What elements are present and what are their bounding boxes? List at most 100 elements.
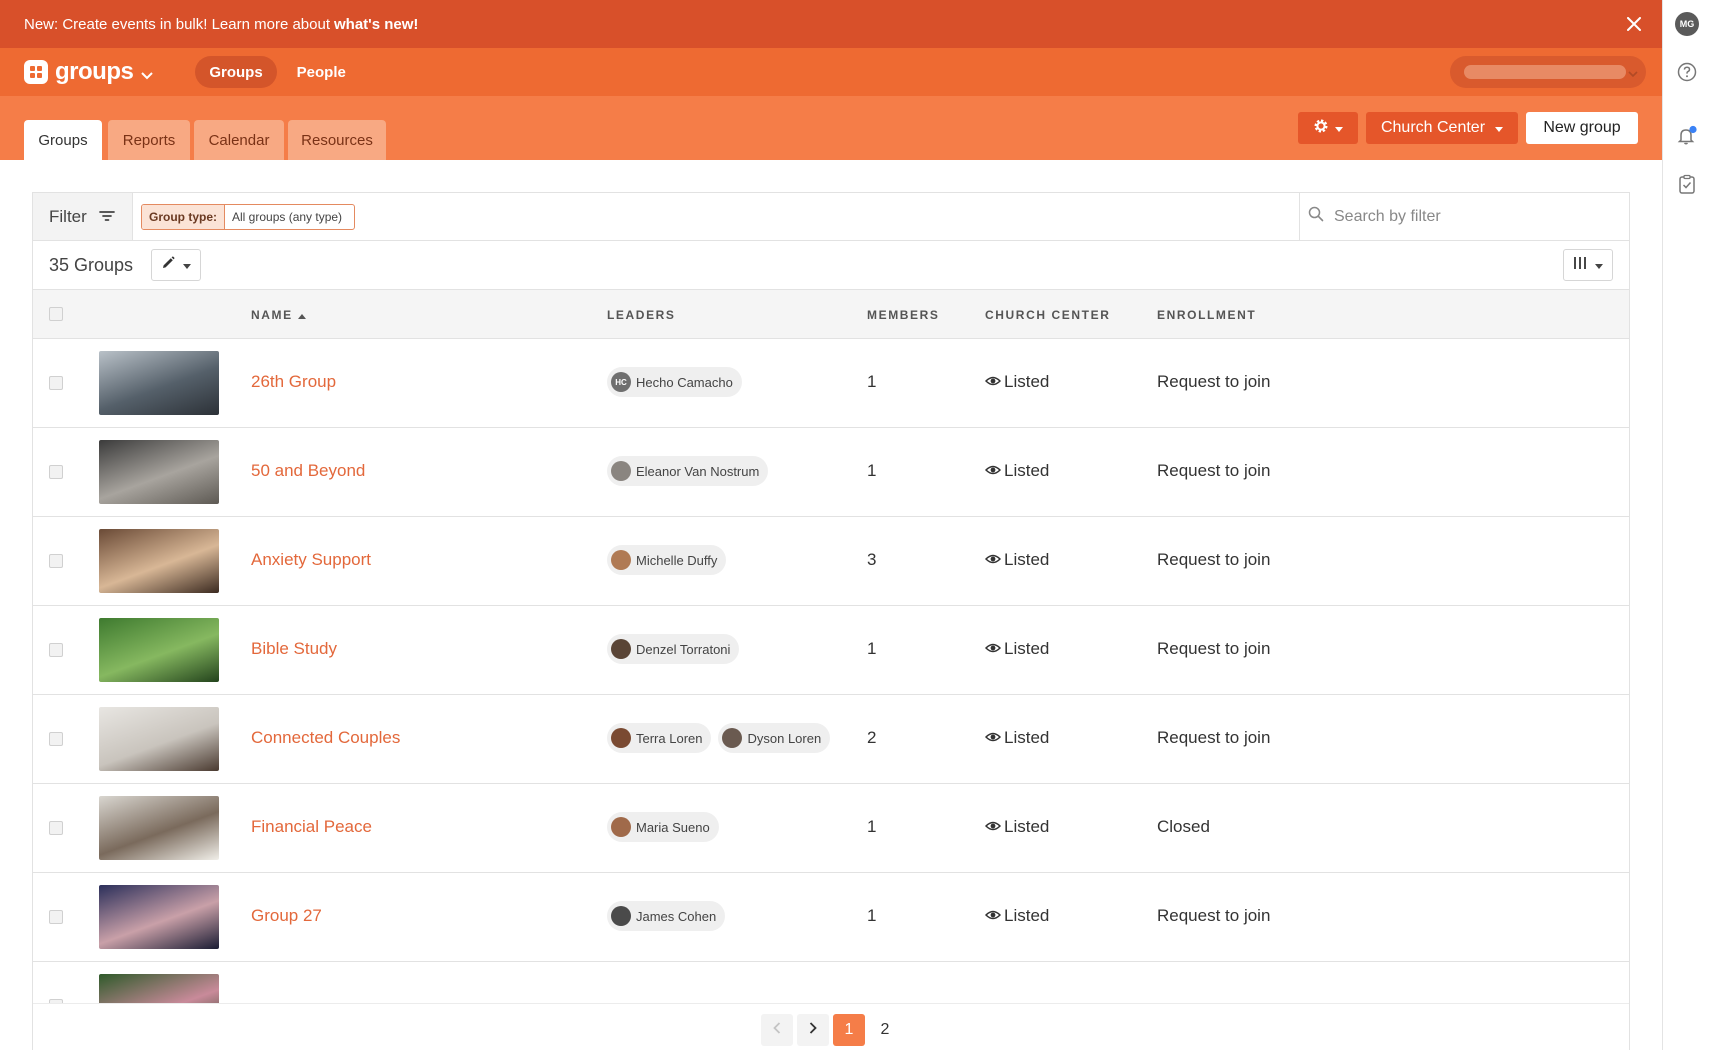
leader-name: Maria Sueno: [636, 819, 710, 835]
church-center-status: Listed: [984, 817, 1049, 837]
eye-icon: [984, 817, 1002, 837]
leaders-list: HC Hecho Camacho: [607, 367, 742, 397]
leaders-list: Michelle Duffy: [607, 545, 727, 575]
table-row[interactable]: Connected Couples Terra Loren Dyson Loren 2…: [33, 695, 1629, 784]
previous-page-button[interactable]: [761, 1014, 793, 1046]
table-row[interactable]: [33, 962, 1629, 1003]
leader-avatar: [722, 728, 743, 748]
group-name-link[interactable]: Connected Couples: [251, 728, 400, 748]
caret-down-icon: [1335, 119, 1343, 137]
enrollment-status: Request to join: [1157, 461, 1271, 480]
eye-icon: [984, 461, 1002, 481]
chevron-right-icon: [809, 1021, 817, 1039]
leader-pill[interactable]: Michelle Duffy: [607, 545, 727, 575]
church-center-status: Listed: [984, 550, 1049, 570]
clipboard-check-icon[interactable]: [1675, 172, 1699, 196]
next-page-button[interactable]: [797, 1014, 829, 1046]
groups-table-body: 26th Group HC Hecho Camacho 1 Listed Request …: [33, 339, 1629, 1003]
app-switcher[interactable]: groups: [24, 57, 154, 87]
church-center-label: Church Center: [1380, 119, 1486, 136]
search-icon: [1308, 206, 1324, 227]
row-checkbox[interactable]: [49, 376, 63, 390]
column-name[interactable]: NAME: [251, 308, 306, 322]
church-center-value: Listed: [1004, 461, 1050, 480]
table-row[interactable]: Bible Study Denzel Torratoni 1 Listed Reques…: [33, 606, 1629, 695]
tab-groups[interactable]: Groups: [24, 120, 102, 160]
app-name: groups: [55, 58, 134, 85]
table-row[interactable]: 50 and Beyond Eleanor Van Nostrum 1 Listed R…: [33, 428, 1629, 517]
row-checkbox[interactable]: [49, 910, 63, 924]
table-row[interactable]: Anxiety Support Michelle Duffy 3 Listed Requ…: [33, 517, 1629, 606]
row-checkbox[interactable]: [49, 821, 63, 835]
enrollment-status: Closed: [1157, 817, 1210, 836]
tab-calendar[interactable]: Calendar: [194, 120, 284, 160]
column-members: MEMBERS: [867, 308, 940, 322]
group-thumbnail: [99, 885, 219, 949]
enrollment-status: Request to join: [1157, 550, 1271, 569]
chip-value: All groups (any type): [232, 210, 343, 224]
group-name-link[interactable]: 26th Group: [251, 372, 336, 392]
group-thumbnail: [99, 796, 219, 860]
group-name-link[interactable]: Group 27: [251, 906, 322, 926]
filter-button[interactable]: Filter: [33, 193, 133, 240]
group-type-filter-chip[interactable]: Group type: All groups (any type): [141, 204, 356, 230]
member-count: 1: [867, 372, 877, 391]
table-row[interactable]: 26th Group HC Hecho Camacho 1 Listed Request …: [33, 339, 1629, 428]
close-icon[interactable]: [1622, 12, 1646, 36]
leader-avatar: [611, 817, 631, 837]
church-center-value: Listed: [1004, 728, 1050, 747]
user-avatar[interactable]: MG: [1675, 12, 1699, 36]
group-thumbnail: [99, 529, 219, 593]
caret-down-icon: [1495, 119, 1504, 137]
leader-pill[interactable]: Dyson Loren: [718, 723, 831, 753]
leaders-list: Denzel Torratoni: [607, 634, 740, 664]
leader-avatar: [611, 906, 631, 926]
column-church-center: CHURCH CENTER: [985, 308, 1111, 322]
leader-pill[interactable]: Maria Sueno: [607, 812, 719, 842]
page-header: Groups Reports Calendar Resources Church…: [0, 96, 1662, 160]
notifications-bell-icon[interactable]: [1675, 124, 1699, 148]
nav-groups[interactable]: Groups: [195, 56, 277, 88]
organization-select[interactable]: [1450, 56, 1646, 88]
leaders-list: Terra Loren Dyson Loren: [607, 723, 831, 753]
group-thumbnail: [99, 974, 219, 1003]
church-center-status: Listed: [984, 372, 1049, 392]
page-2-button[interactable]: 2: [869, 1014, 901, 1046]
leader-pill[interactable]: Terra Loren: [607, 723, 712, 753]
filter-bar: Filter Group type: All groups (any type): [33, 193, 1629, 241]
chip-key: Group type:: [142, 205, 225, 229]
group-name-link[interactable]: Bible Study: [251, 639, 337, 659]
select-all-checkbox[interactable]: [49, 307, 63, 321]
page-1-button[interactable]: 1: [833, 1014, 865, 1046]
eye-icon: [984, 906, 1002, 926]
row-checkbox[interactable]: [49, 554, 63, 568]
church-center-button[interactable]: Church Center: [1366, 112, 1518, 144]
table-row[interactable]: Group 27 James Cohen 1 Listed Request to joi…: [33, 873, 1629, 962]
member-count: 1: [867, 461, 877, 480]
leader-name: James Cohen: [636, 908, 717, 924]
group-name-link[interactable]: Anxiety Support: [251, 550, 371, 570]
tab-resources[interactable]: Resources: [288, 120, 386, 160]
chevron-down-icon: [1628, 66, 1638, 84]
table-row[interactable]: Financial Peace Maria Sueno 1 Listed Closed: [33, 784, 1629, 873]
row-checkbox[interactable]: [49, 465, 63, 479]
leader-pill[interactable]: Denzel Torratoni: [607, 634, 740, 664]
help-icon[interactable]: [1675, 60, 1699, 84]
row-checkbox[interactable]: [49, 732, 63, 746]
leader-pill[interactable]: Eleanor Van Nostrum: [607, 456, 769, 486]
search-input[interactable]: [1334, 207, 1614, 226]
group-name-link[interactable]: 50 and Beyond: [251, 461, 365, 481]
announcement-banner: New: Create events in bulk! Learn more a…: [0, 0, 1662, 48]
tab-reports[interactable]: Reports: [108, 120, 190, 160]
banner-link[interactable]: what's new!: [334, 16, 418, 33]
nav-people[interactable]: People: [283, 56, 360, 88]
leader-pill[interactable]: HC Hecho Camacho: [607, 367, 742, 397]
settings-button[interactable]: [1298, 112, 1358, 144]
leader-pill[interactable]: James Cohen: [607, 901, 726, 931]
columns-button[interactable]: [1563, 249, 1613, 281]
row-checkbox[interactable]: [49, 643, 63, 657]
bulk-edit-button[interactable]: [151, 249, 201, 281]
group-name-link[interactable]: Financial Peace: [251, 817, 372, 837]
list-toolbar: 35 Groups: [33, 241, 1629, 290]
new-group-button[interactable]: New group: [1526, 112, 1638, 144]
